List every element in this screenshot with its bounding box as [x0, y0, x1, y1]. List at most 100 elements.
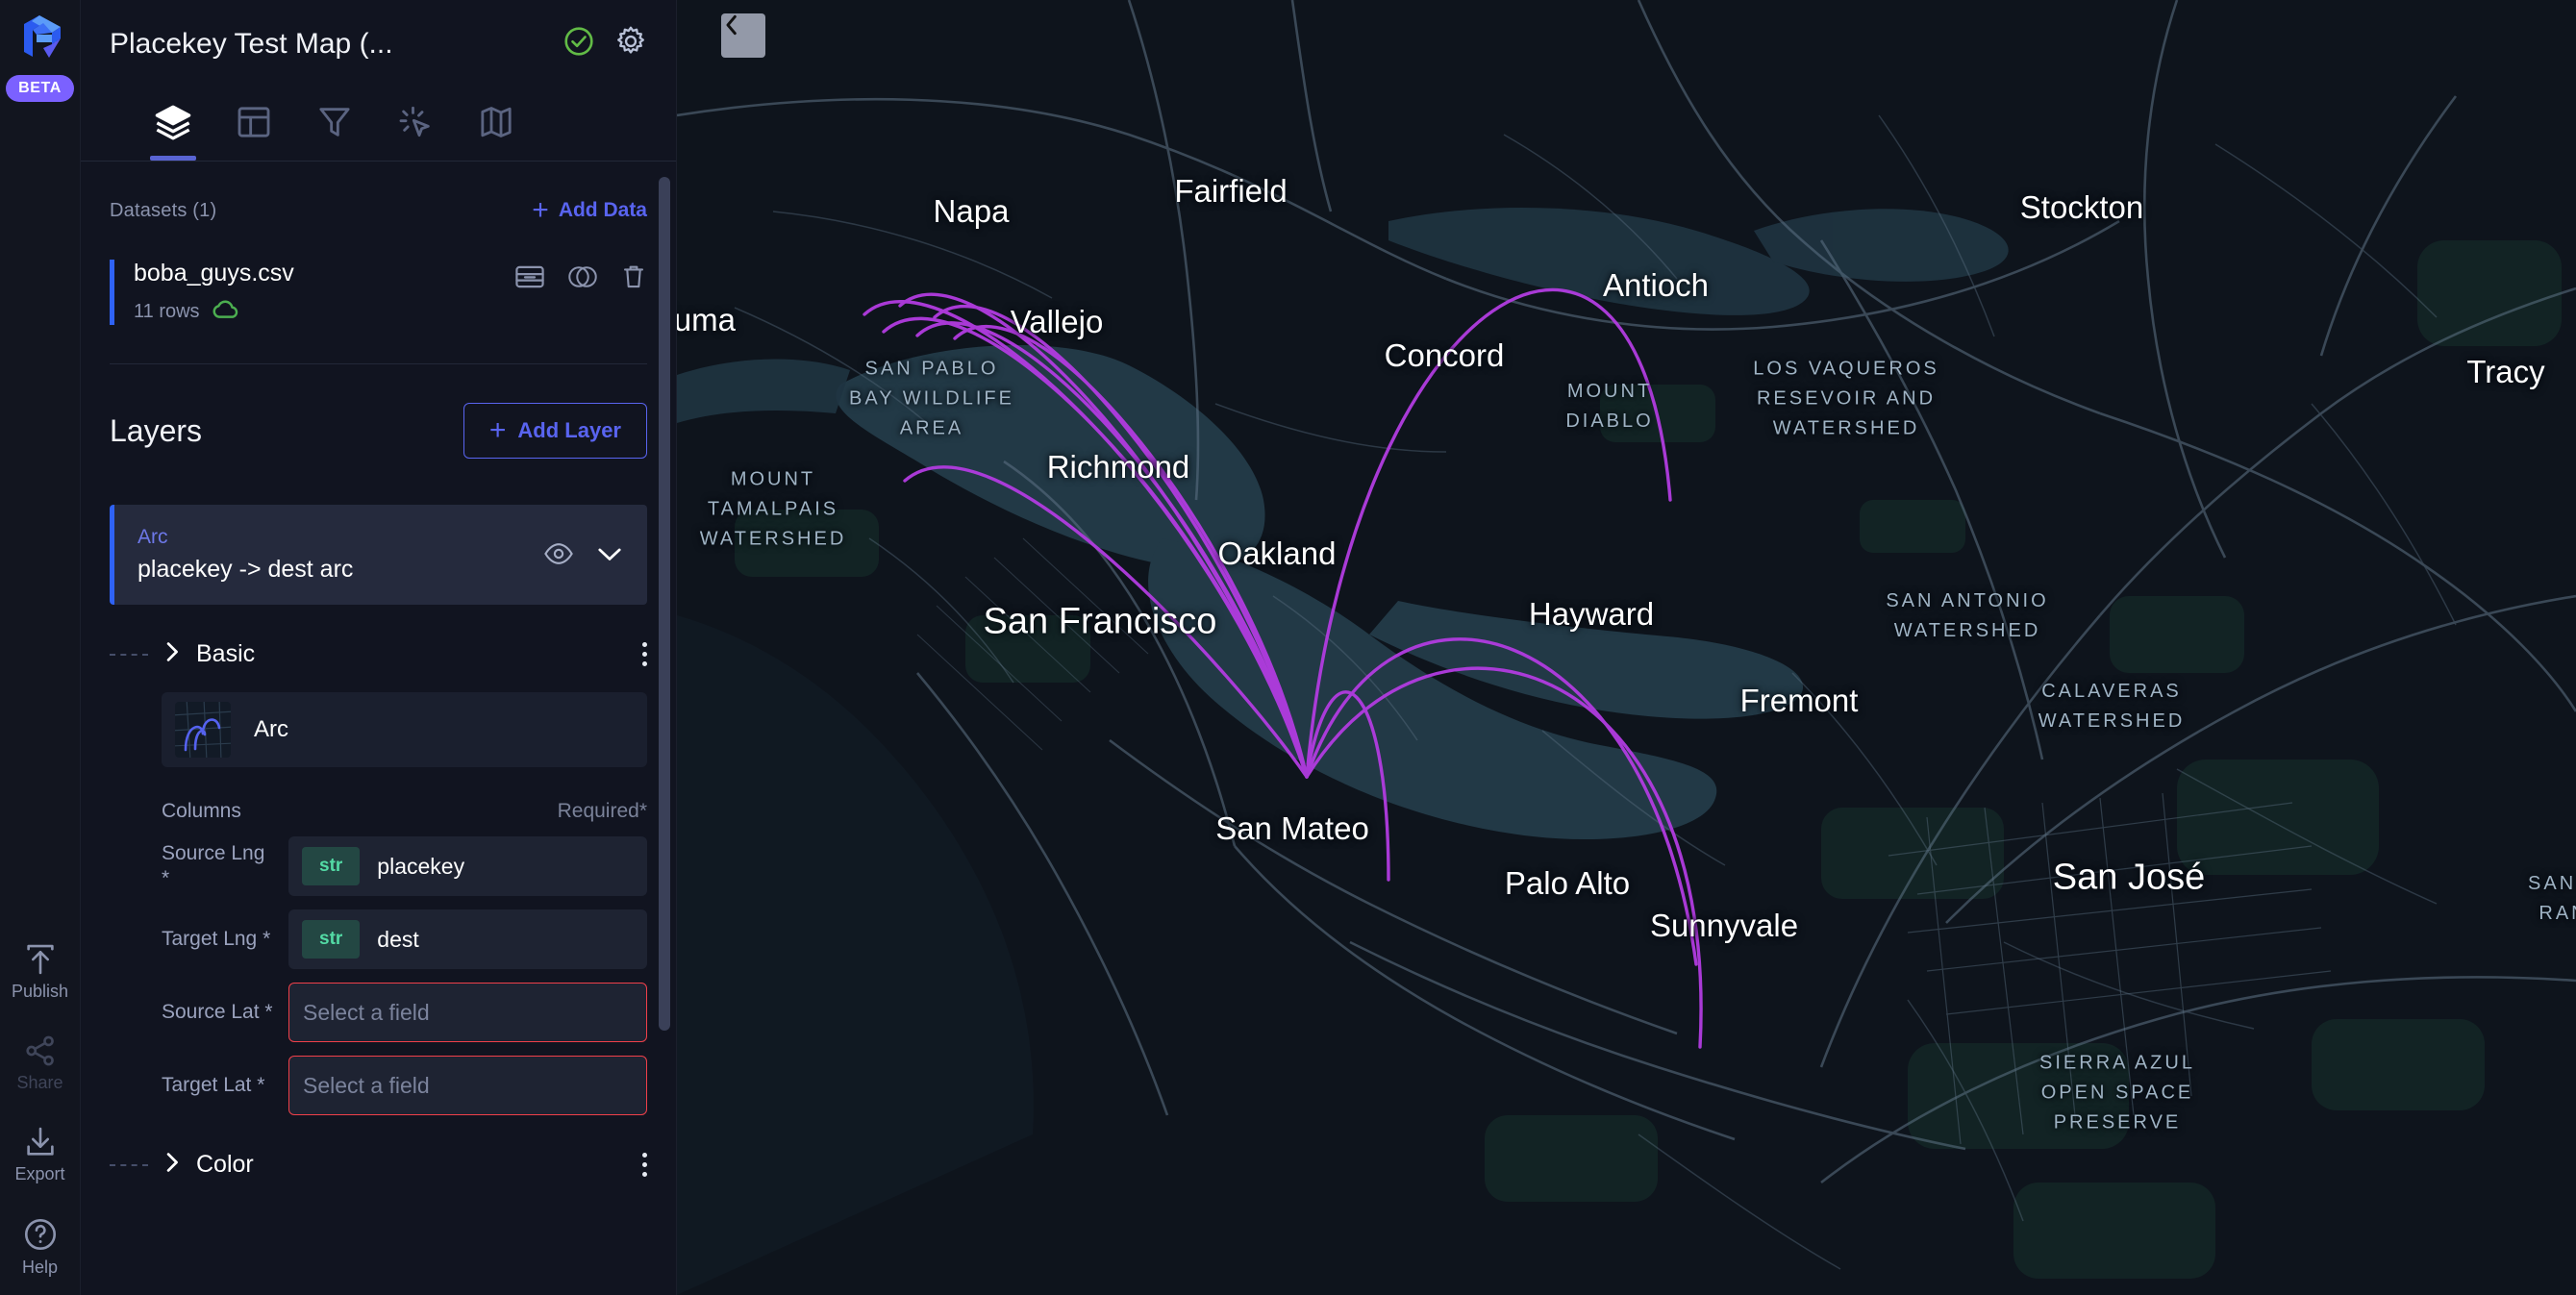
columns-label: Columns: [162, 800, 241, 823]
help-label: Help: [21, 1258, 59, 1277]
field-placeholder: Select a field: [303, 1072, 430, 1098]
dataset-actions: [514, 260, 647, 290]
column-row-source-lat: Source Lat * Select a field: [162, 983, 647, 1043]
kebab-menu-icon[interactable]: [642, 1153, 647, 1178]
layer-type-label: Arc: [138, 526, 168, 548]
target-lat-field[interactable]: Select a field: [288, 1056, 647, 1116]
columns-header: Columns Required*: [162, 800, 647, 823]
cloud-sync-icon: [212, 299, 240, 325]
basic-section-header[interactable]: Basic: [110, 639, 647, 669]
source-lat-field[interactable]: Select a field: [288, 983, 647, 1043]
layer-item-actions: [543, 541, 624, 566]
publish-button[interactable]: Publish: [0, 943, 81, 1000]
dataset-info: boba_guys.csv 11 rows: [134, 260, 514, 325]
collapse-panel-button[interactable]: [721, 13, 765, 58]
tab-basemap[interactable]: [456, 87, 537, 161]
brand-block: BETA: [6, 12, 74, 102]
venn-blend-icon[interactable]: [567, 263, 598, 290]
trash-icon[interactable]: [620, 263, 647, 290]
beta-badge: BETA: [6, 75, 74, 102]
column-label: Source Lat *: [162, 1001, 273, 1024]
column-row-source-lng: Source Lng * str placekey: [162, 836, 647, 897]
share-button[interactable]: Share: [0, 1034, 81, 1091]
publish-label: Publish: [11, 982, 69, 1001]
tree-connector: [110, 1163, 148, 1166]
export-download-icon: [22, 1126, 59, 1158]
help-question-icon: [23, 1217, 58, 1252]
column-label: Target Lat *: [162, 1074, 265, 1097]
field-type-chip: str: [302, 847, 361, 886]
share-label: Share: [16, 1073, 63, 1092]
export-label: Export: [14, 1164, 65, 1183]
add-layer-button[interactable]: + Add Layer: [463, 403, 647, 459]
panel-scroll-area: Datasets (1) + Add Data boba_guys.csv 11…: [81, 162, 676, 1295]
config-section-basic: Basic Arc Columns Required* Source Lng *…: [81, 639, 676, 1116]
required-label: Required*: [557, 800, 647, 823]
chevron-right-icon[interactable]: [162, 1150, 183, 1180]
help-button[interactable]: Help: [0, 1217, 81, 1276]
dataset-item[interactable]: boba_guys.csv 11 rows: [110, 260, 647, 325]
dataset-meta: 11 rows: [134, 299, 514, 325]
layer-type-name: Arc: [254, 716, 288, 743]
layers-icon: [153, 102, 193, 147]
chevron-down-icon[interactable]: [595, 544, 624, 563]
column-row-target-lat: Target Lat * Select a field: [162, 1056, 647, 1116]
rail-actions: Publish Share Export Help: [0, 943, 80, 1276]
cursor-click-icon: [396, 103, 435, 146]
tab-table[interactable]: [213, 87, 294, 161]
add-layer-label: Add Layer: [517, 418, 621, 442]
color-section-title: Color: [196, 1151, 254, 1179]
datasets-header: Datasets (1) + Add Data: [81, 162, 676, 225]
layers-header: Layers + Add Layer: [81, 364, 676, 459]
export-button[interactable]: Export: [0, 1126, 81, 1183]
panel-tabs: [110, 87, 647, 161]
plus-icon: +: [488, 414, 507, 446]
layer-type-selector[interactable]: Arc: [162, 692, 647, 768]
layer-name-label: placekey -> dest arc: [138, 556, 354, 584]
column-row-target-lng: Target Lng * str dest: [162, 909, 647, 970]
foursquare-studio-logo-icon[interactable]: [14, 12, 66, 65]
filter-funnel-icon: [315, 103, 354, 146]
side-panel: Placekey Test Map (... Datasets (1) + Ad…: [81, 0, 677, 1295]
dataset-row-count: 11 rows: [134, 301, 200, 322]
kebab-menu-icon[interactable]: [642, 642, 647, 667]
color-section-header[interactable]: Color: [110, 1150, 647, 1180]
tab-interactions[interactable]: [375, 87, 456, 161]
header-icons: [563, 25, 647, 62]
source-lng-field[interactable]: str placekey: [288, 836, 647, 897]
column-label: Target Lng *: [162, 928, 271, 951]
field-type-chip: str: [302, 920, 361, 959]
map-title[interactable]: Placekey Test Map (...: [110, 28, 393, 61]
layer-item-arc[interactable]: Arc placekey -> dest arc: [110, 505, 647, 606]
field-placeholder: Select a field: [303, 999, 430, 1025]
table-grid-icon[interactable]: [514, 264, 545, 289]
target-lng-field[interactable]: str dest: [288, 909, 647, 970]
arc-layer-thumbnail-icon: [175, 702, 231, 759]
add-data-button[interactable]: + Add Data: [532, 196, 647, 225]
basic-section-body: Arc Columns Required* Source Lng * str p…: [110, 692, 647, 1116]
publish-upload-icon: [22, 943, 59, 976]
dataset-name: boba_guys.csv: [134, 260, 294, 286]
tab-filters[interactable]: [294, 87, 375, 161]
field-value: dest: [377, 926, 419, 952]
panel-scrollbar[interactable]: [659, 177, 670, 1031]
gear-icon[interactable]: [614, 25, 647, 62]
panel-header: Placekey Test Map (...: [81, 0, 676, 161]
left-rail: BETA Publish Share Export Help: [0, 0, 81, 1295]
map-fold-icon: [477, 103, 515, 146]
basic-section-title: Basic: [196, 640, 256, 668]
column-label: Source Lng *: [162, 842, 265, 890]
map-canvas[interactable]: Napa Fairfield Stockton Vallejo Antioch …: [677, 0, 2576, 1295]
add-data-label: Add Data: [558, 199, 647, 221]
eye-icon[interactable]: [543, 541, 574, 566]
datasets-count-label: Datasets (1): [110, 199, 217, 221]
chevron-right-icon[interactable]: [162, 639, 183, 669]
config-section-color: Color: [81, 1150, 676, 1180]
tab-layers[interactable]: [133, 87, 213, 161]
share-nodes-icon: [23, 1034, 58, 1067]
panel-title-row: Placekey Test Map (...: [110, 25, 647, 62]
check-circle-icon[interactable]: [563, 25, 595, 62]
layer-item-text: Arc placekey -> dest arc: [138, 524, 543, 584]
table-panel-icon: [235, 103, 273, 146]
tree-connector: [110, 653, 148, 656]
